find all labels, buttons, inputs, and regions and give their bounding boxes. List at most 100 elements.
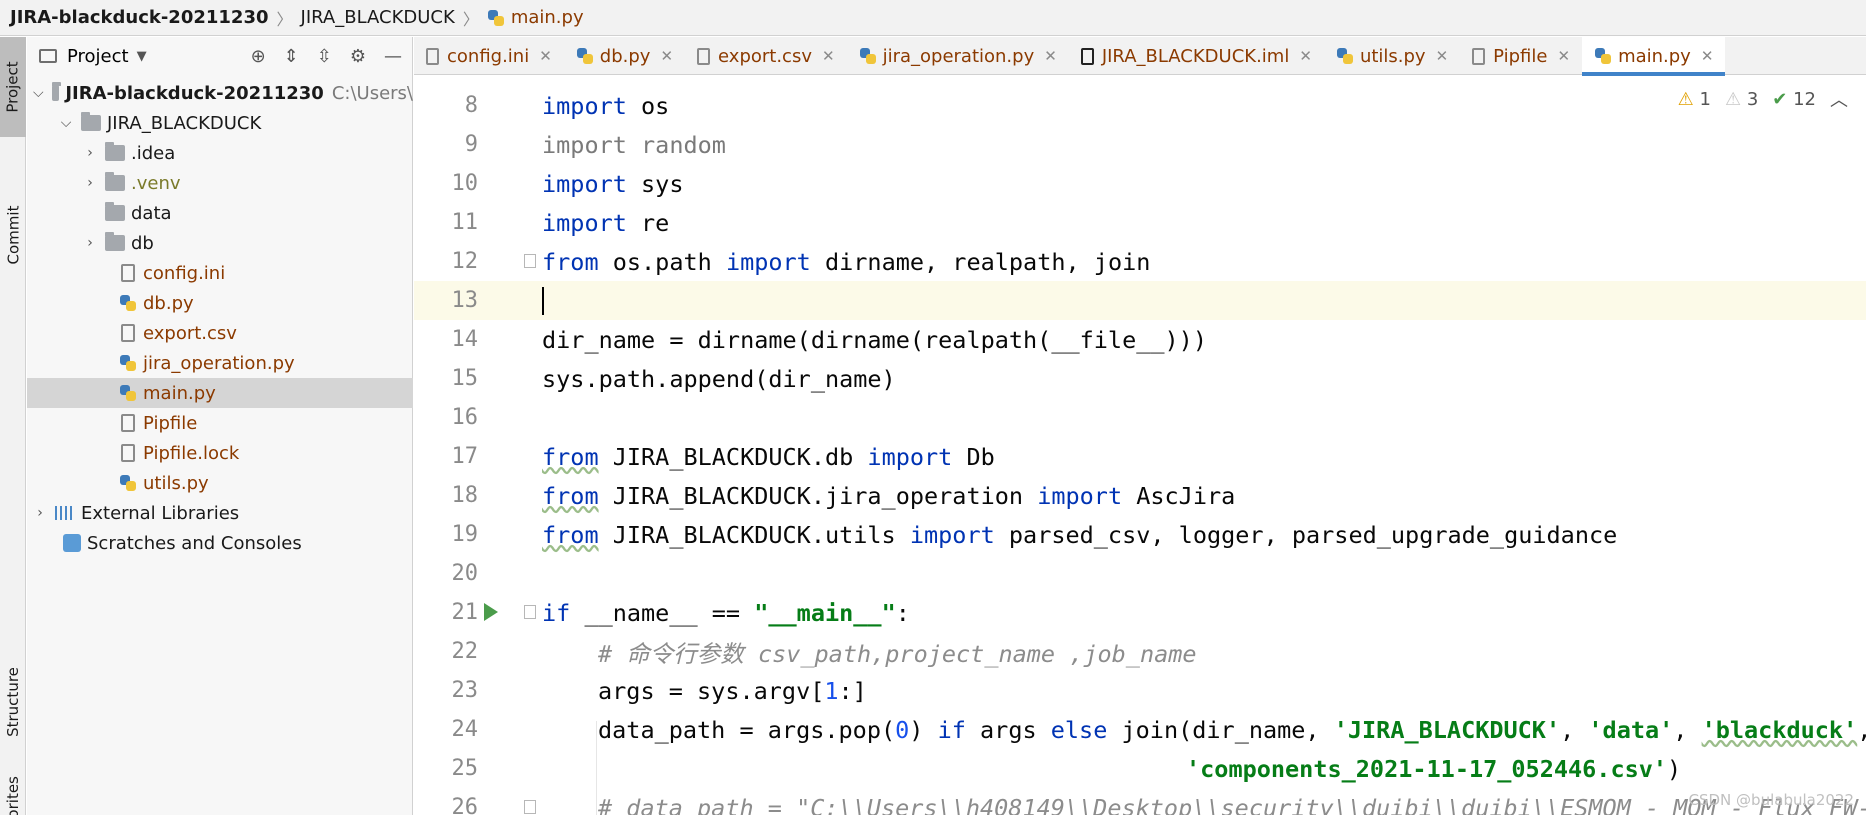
chevron-right-icon[interactable]: › xyxy=(83,145,97,161)
code-line: 24 data_path = args.pop(0) if args else … xyxy=(414,710,1866,749)
pipfile-icon xyxy=(1472,47,1486,65)
close-icon[interactable]: ✕ xyxy=(822,47,835,65)
gear-icon[interactable]: ⚙ xyxy=(350,46,366,67)
pipfile-icon xyxy=(121,414,135,432)
tree-item-config-ini[interactable]: config.ini xyxy=(27,258,413,288)
tree-external-libraries[interactable]: › External Libraries xyxy=(27,498,413,528)
breadcrumb-file[interactable]: main.py xyxy=(511,7,584,28)
project-view-selector[interactable]: Project xyxy=(67,46,129,67)
tree-item-venv[interactable]: › .venv xyxy=(27,168,413,198)
tree-item-pipfile[interactable]: Pipfile xyxy=(27,408,413,438)
chevron-down-icon[interactable]: ⌵ xyxy=(33,85,44,101)
chevron-down-icon[interactable]: ▼ xyxy=(137,49,147,64)
tree-item-data[interactable]: data xyxy=(27,198,413,228)
close-icon[interactable]: ✕ xyxy=(1436,47,1449,65)
close-icon[interactable]: ✕ xyxy=(1701,47,1714,65)
tree-item-main-py[interactable]: main.py xyxy=(27,378,413,408)
tree-item-jira-operation-py[interactable]: jira_operation.py xyxy=(27,348,413,378)
line-number: 21 xyxy=(451,600,479,625)
tab-pipfile[interactable]: Pipfile ✕ xyxy=(1460,37,1582,75)
tree-root-label: JIRA-blackduck-20211230 xyxy=(65,82,324,104)
breadcrumb: JIRA-blackduck-20211230 〉 JIRA_BLACKDUCK… xyxy=(0,0,1866,36)
tree-item-db-folder[interactable]: › db xyxy=(27,228,413,258)
chevron-right-icon[interactable]: › xyxy=(83,175,97,191)
close-icon[interactable]: ✕ xyxy=(1557,47,1570,65)
config-file-icon xyxy=(121,264,135,282)
tree-module[interactable]: ⌵ JIRA_BLACKDUCK xyxy=(27,108,413,138)
stripe-commit-button[interactable]: Commit xyxy=(0,185,26,285)
hide-icon[interactable]: — xyxy=(384,46,402,67)
stripe-structure-button[interactable]: Structure xyxy=(0,647,26,757)
close-icon[interactable]: ✕ xyxy=(660,47,673,65)
code-text: from JIRA_BLACKDUCK.db import Db xyxy=(542,442,995,471)
config-file-icon xyxy=(426,47,439,65)
line-number: 19 xyxy=(451,522,479,547)
tree-item-label: Pipfile.lock xyxy=(143,442,240,464)
tree-item-export-csv[interactable]: export.csv xyxy=(27,318,413,348)
chevron-right-icon[interactable]: › xyxy=(83,235,97,251)
tab-main-py[interactable]: main.py ✕ xyxy=(1582,37,1726,76)
code-line: 25 'components_2021-11-17_052446.csv') xyxy=(414,749,1866,788)
code-comment: # data_path = "C:\\Users\\h408149\\Deskt… xyxy=(598,793,1866,815)
tab-utils-py[interactable]: utils.py ✕ xyxy=(1324,37,1460,75)
fold-marker-icon[interactable] xyxy=(524,800,536,814)
line-number: 9 xyxy=(464,132,478,157)
code-line: 20 xyxy=(414,554,1866,593)
code-text: import os xyxy=(542,91,670,120)
stripe-favorites-button[interactable]: Favorites xyxy=(0,767,26,815)
tree-item-label: utils.py xyxy=(143,472,209,494)
project-view-icon xyxy=(39,49,57,63)
code-line: 12 from os.path import dirname, realpath… xyxy=(414,242,1866,281)
line-number: 16 xyxy=(451,405,479,430)
tree-item-label: config.ini xyxy=(143,262,226,284)
code-line: 8 import os xyxy=(414,86,1866,125)
code-editor[interactable]: ⚠ 1 ⚠ 3 ✔ 12 ︿ 8 import os 9 import rand… xyxy=(414,76,1866,815)
close-icon[interactable]: ✕ xyxy=(1299,47,1312,65)
tab-jira-blackduck-iml[interactable]: JIRA_BLACKDUCK.iml ✕ xyxy=(1069,37,1324,75)
tree-scratches[interactable]: Scratches and Consoles xyxy=(27,528,413,558)
line-number: 15 xyxy=(451,366,479,391)
collapse-all-icon[interactable]: ⇳ xyxy=(317,46,332,67)
code-line: 14 dir_name = dirname(dirname(realpath(_… xyxy=(414,320,1866,359)
run-icon[interactable] xyxy=(484,603,498,621)
code-line: 17 from JIRA_BLACKDUCK.db import Db xyxy=(414,437,1866,476)
tree-item-pipfile-lock[interactable]: Pipfile.lock xyxy=(27,438,413,468)
chevron-down-icon[interactable]: ⌵ xyxy=(59,115,73,131)
close-icon[interactable]: ✕ xyxy=(1044,47,1057,65)
scratches-icon xyxy=(63,534,81,552)
line-number: 17 xyxy=(451,444,479,469)
line-number: 18 xyxy=(451,483,479,508)
chevron-right-icon[interactable]: › xyxy=(33,505,47,521)
line-number: 12 xyxy=(451,249,479,274)
code-line: 26 # data_path = "C:\\Users\\h408149\\De… xyxy=(414,788,1866,815)
tree-item-db-py[interactable]: db.py xyxy=(27,288,413,318)
tree-root[interactable]: ⌵ JIRA-blackduck-20211230 C:\Users\ xyxy=(27,78,413,108)
code-line: 21 if __name__ == "__main__": xyxy=(414,593,1866,632)
close-icon[interactable]: ✕ xyxy=(539,47,552,65)
tab-export-csv[interactable]: export.csv ✕ xyxy=(685,37,847,75)
locate-icon[interactable]: ⊕ xyxy=(251,46,266,67)
tree-module-label: JIRA_BLACKDUCK xyxy=(107,112,262,134)
fold-marker-icon[interactable] xyxy=(524,605,536,619)
line-number: 24 xyxy=(451,717,479,742)
code-line: 23 args = sys.argv[1:] xyxy=(414,671,1866,710)
tab-db-py[interactable]: db.py ✕ xyxy=(564,37,685,75)
code-line-current: 13 xyxy=(414,281,1866,320)
line-number: 14 xyxy=(451,327,479,352)
library-icon xyxy=(55,506,75,520)
python-file-icon xyxy=(119,354,137,372)
project-toolbar: Project ▼ ⊕ ⇕ ⇳ ⚙ — xyxy=(27,37,412,75)
python-file-icon xyxy=(576,47,594,65)
tree-item-idea[interactable]: › .idea xyxy=(27,138,413,168)
stripe-project-button[interactable]: Project xyxy=(0,37,26,137)
tab-config-ini[interactable]: config.ini ✕ xyxy=(414,37,564,75)
breadcrumb-project[interactable]: JIRA-blackduck-20211230 xyxy=(10,7,269,28)
tab-jira-operation-py[interactable]: jira_operation.py ✕ xyxy=(847,37,1069,75)
line-number: 10 xyxy=(451,171,479,196)
tree-item-utils-py[interactable]: utils.py xyxy=(27,468,413,498)
code-text: 'components_2021-11-17_052446.csv') xyxy=(1186,754,1682,783)
breadcrumb-separator-icon: 〉 xyxy=(462,9,479,29)
breadcrumb-module[interactable]: JIRA_BLACKDUCK xyxy=(301,7,455,28)
fold-marker-icon[interactable] xyxy=(524,254,536,268)
expand-all-icon[interactable]: ⇕ xyxy=(284,46,299,67)
